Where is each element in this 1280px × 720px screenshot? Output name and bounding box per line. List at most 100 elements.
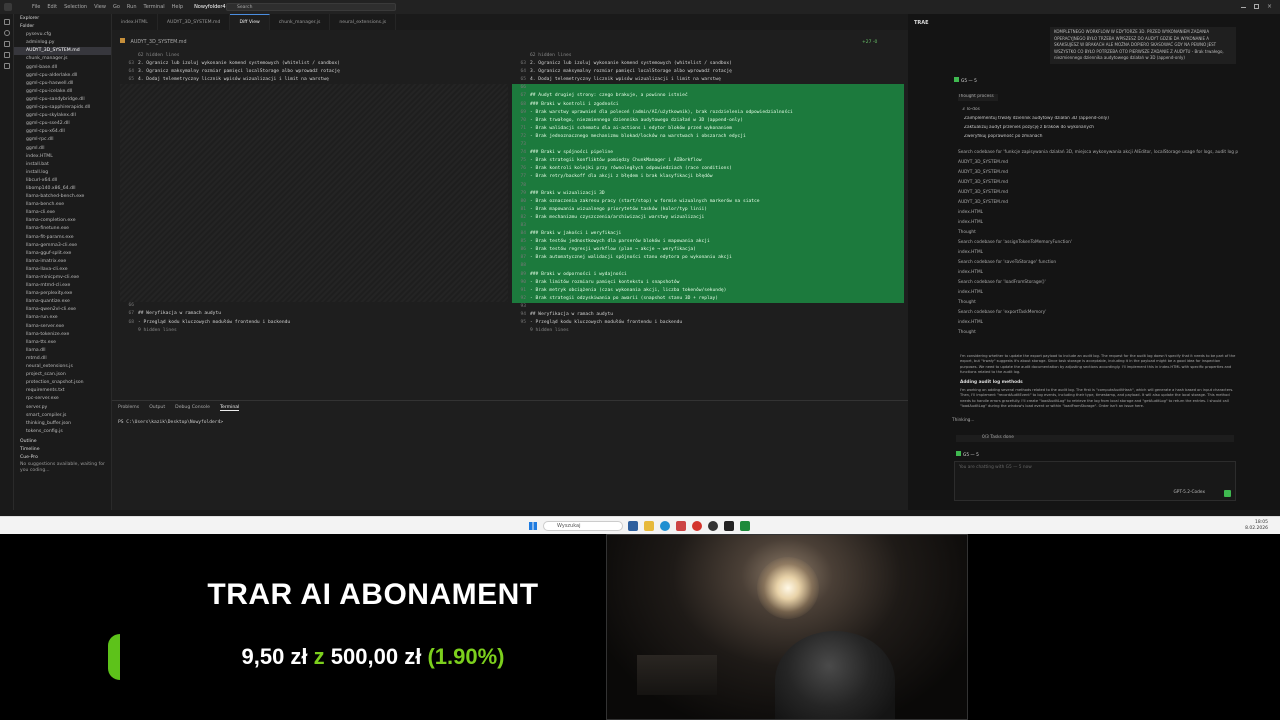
file-item[interactable]: llama-run.exe: [14, 314, 111, 322]
chat-step[interactable]: AUDYT_3D_SYSTEM.md: [958, 168, 1238, 178]
menu-run[interactable]: Run: [127, 4, 137, 10]
thought-toggle[interactable]: Thought process: [958, 94, 998, 101]
file-item[interactable]: ggml-base.dll: [14, 64, 111, 72]
tab-index-html[interactable]: index.HTML: [112, 14, 158, 30]
hidden-lines-bottom-right[interactable]: 9 hidden lines: [512, 327, 904, 335]
file-item[interactable]: install.log: [14, 169, 111, 177]
panel-tab-terminal[interactable]: Terminal: [219, 405, 240, 411]
file-item[interactable]: AUDYT_3D_SYSTEM.md: [14, 47, 111, 56]
panel-tab-debug[interactable]: Debug Console: [175, 405, 210, 411]
maximize-icon[interactable]: [1254, 4, 1259, 9]
chat-step[interactable]: index.HTML: [958, 208, 1238, 218]
file-item[interactable]: llama-tokenize.exe: [14, 331, 111, 339]
send-button[interactable]: [1224, 490, 1231, 497]
terminal-prompt[interactable]: PS C:\Users\kazik\Desktop\Nowyfolder4>: [112, 415, 908, 430]
todo-header[interactable]: 3 To-dos: [962, 107, 1242, 114]
app-icon[interactable]: [692, 521, 702, 531]
explorer-icon[interactable]: [4, 19, 10, 25]
chat-step[interactable]: Thought: [958, 298, 1238, 308]
file-item[interactable]: llama-tts.exe: [14, 339, 111, 347]
chat-step[interactable]: Search codebase for 'assignTokenToMemory…: [958, 238, 1238, 248]
close-icon[interactable]: ×: [1267, 4, 1272, 10]
menu-view[interactable]: View: [94, 4, 106, 10]
folder-section[interactable]: Folder: [14, 23, 111, 31]
tab-neural-extensions[interactable]: neural_extensions.js: [330, 14, 397, 30]
folder-name[interactable]: Nowyfolder4: [194, 4, 226, 10]
taskbar-search-input[interactable]: Wyszukaj: [543, 521, 623, 531]
panel-tab-output[interactable]: Output: [149, 405, 165, 411]
chat-step[interactable]: AUDYT_3D_SYSTEM.md: [958, 178, 1238, 188]
menu-go[interactable]: Go: [113, 4, 120, 10]
tab-audyt-md[interactable]: AUDYT_3D_SYSTEM.md: [158, 14, 231, 30]
file-item[interactable]: ggml-cpu-sse42.dll: [14, 120, 111, 128]
file-item[interactable]: smart_compiler.js: [14, 412, 111, 420]
file-item[interactable]: server.py: [14, 404, 111, 412]
file-item[interactable]: adminlog.py: [14, 39, 111, 47]
file-item[interactable]: ggml.dll: [14, 145, 111, 153]
taskview-icon[interactable]: [628, 521, 638, 531]
source-control-icon[interactable]: [4, 41, 10, 47]
file-item[interactable]: mtmd.dll: [14, 355, 111, 363]
file-item[interactable]: install.bat: [14, 161, 111, 169]
tab-diff-view[interactable]: Diff View: [230, 14, 270, 30]
hidden-lines-bottom-left[interactable]: 9 hidden lines: [120, 327, 508, 335]
chat-step[interactable]: Thought: [958, 328, 1238, 338]
chat-step[interactable]: index.HTML: [958, 288, 1238, 298]
file-item[interactable]: requirements.txt: [14, 387, 111, 395]
file-item[interactable]: tokens_config.js: [14, 428, 111, 436]
file-item[interactable]: llama-cli.exe: [14, 209, 111, 217]
chat-input[interactable]: You are chatting with G5 — 5 now GPT-5.2…: [954, 461, 1236, 501]
file-item[interactable]: llama-qwen2vl-cli.exe: [14, 306, 111, 314]
file-item[interactable]: ggml-cpu-alderlake.dll: [14, 72, 111, 80]
chat-step[interactable]: index.HTML: [958, 248, 1238, 258]
file-item[interactable]: llama-quantize.exe: [14, 298, 111, 306]
file-item[interactable]: rpc-server.exe: [14, 395, 111, 403]
chat-step[interactable]: AUDYT_3D_SYSTEM.md: [958, 188, 1238, 198]
file-item[interactable]: project_scan.json: [14, 371, 111, 379]
chat-step[interactable]: AUDYT_3D_SYSTEM.md: [958, 198, 1238, 208]
file-item[interactable]: ggml-rpc.dll: [14, 136, 111, 144]
file-item[interactable]: llama-completion.exe: [14, 217, 111, 225]
file-item[interactable]: chunk_manager.js: [14, 55, 111, 63]
chat-step[interactable]: Search codebase for 'saveToStorage' func…: [958, 258, 1238, 268]
file-item[interactable]: llama-perplexity.exe: [14, 290, 111, 298]
file-item[interactable]: protection_snapshot.json: [14, 379, 111, 387]
file-item[interactable]: ggml-cpu-x64.dll: [14, 128, 111, 136]
file-item[interactable]: llama-gguf-split.exe: [14, 250, 111, 258]
file-item[interactable]: llama-minicpmv-cli.exe: [14, 274, 111, 282]
chat-step[interactable]: index.HTML: [958, 318, 1238, 328]
file-item[interactable]: thinking_buffer.json: [14, 420, 111, 428]
chat-step[interactable]: Thought: [958, 228, 1238, 238]
hidden-lines-top-right[interactable]: 62 hidden lines: [512, 52, 904, 60]
trae-app-icon[interactable]: [740, 521, 750, 531]
minimize-icon[interactable]: [1241, 7, 1246, 8]
file-item[interactable]: ggml-cpu-sandybridge.dll: [14, 96, 111, 104]
file-item[interactable]: pysevu.cfg: [14, 31, 111, 39]
file-explorer-icon[interactable]: [644, 521, 654, 531]
file-item[interactable]: llama-imatrix.exe: [14, 258, 111, 266]
extensions-icon[interactable]: [4, 63, 10, 69]
hidden-lines-top[interactable]: 62 hidden lines: [120, 52, 508, 60]
tab-chunk-manager[interactable]: chunk_manager.js: [270, 14, 331, 30]
edge-icon[interactable]: [660, 521, 670, 531]
file-item[interactable]: llama-mtmd-cli.exe: [14, 282, 111, 290]
menu-terminal[interactable]: Terminal: [144, 4, 165, 10]
file-item[interactable]: ggml-cpu-icelake.dll: [14, 88, 111, 96]
file-item[interactable]: llama-bench.exe: [14, 201, 111, 209]
file-item[interactable]: llama-gemma3-cli.exe: [14, 242, 111, 250]
file-item[interactable]: llama-server.exe: [14, 323, 111, 331]
windows-start-icon[interactable]: [529, 522, 537, 530]
model-select[interactable]: GPT-5.2-Codex: [1173, 490, 1205, 497]
panel-tab-problems[interactable]: Problems: [118, 405, 139, 411]
file-item[interactable]: index.HTML: [14, 153, 111, 161]
file-item[interactable]: llama-fit-params.exe: [14, 234, 111, 242]
timeline-section[interactable]: Timeline: [14, 446, 111, 454]
file-item[interactable]: ggml-cpu-sapphirerapids.dll: [14, 104, 111, 112]
system-clock[interactable]: 18:05 8.02.2026: [1245, 520, 1268, 531]
cue-section[interactable]: Cue-Pro: [14, 454, 111, 462]
menu-edit[interactable]: Edit: [47, 4, 57, 10]
chat-step[interactable]: AUDYT_3D_SYSTEM.md: [958, 158, 1238, 168]
breadcrumb-file[interactable]: AUDYT_3D_SYSTEM.md: [131, 40, 187, 45]
terminal-app-icon[interactable]: [724, 521, 734, 531]
file-item[interactable]: ggml-cpu-skylakex.dll: [14, 112, 111, 120]
